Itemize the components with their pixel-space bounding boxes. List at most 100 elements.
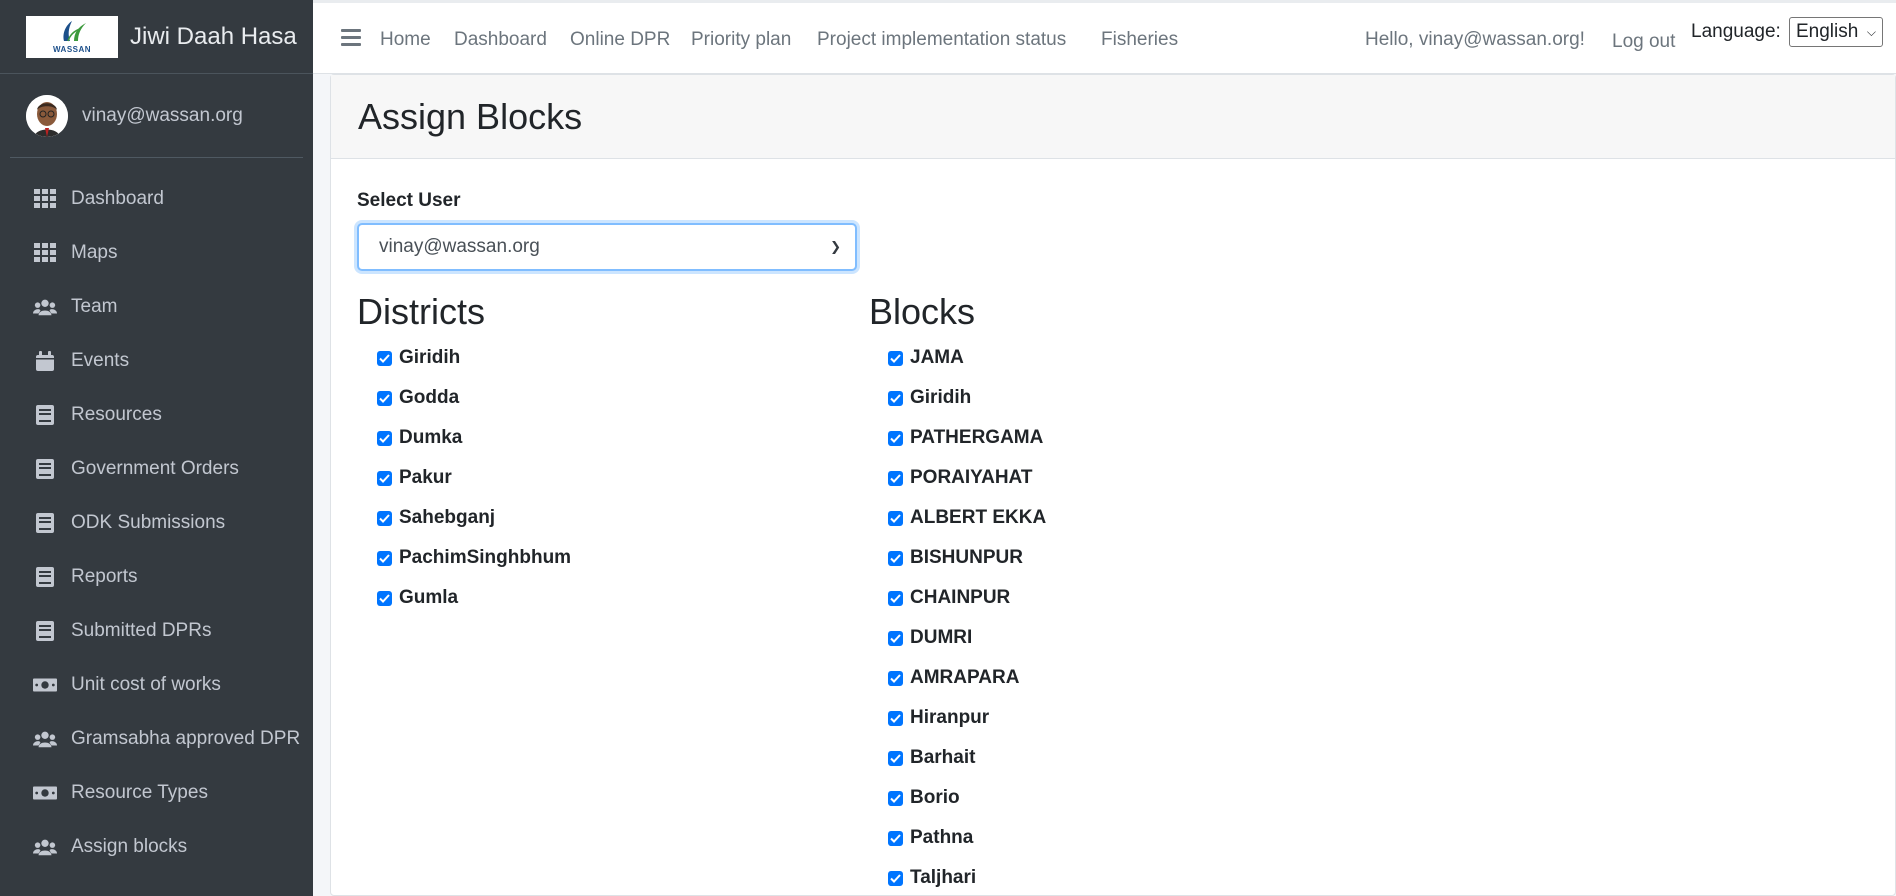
sidebar-item-team[interactable]: Team: [0, 280, 313, 334]
sidebar-item-gramsabha-approved-dpr[interactable]: Gramsabha approved DPR: [0, 712, 313, 766]
greeting-link[interactable]: Hello, vinay@wassan.org!: [1365, 29, 1585, 51]
users-icon: [33, 728, 57, 750]
nav-link-fisheries[interactable]: Fisheries: [1101, 29, 1178, 51]
nav-link-dashboard[interactable]: Dashboard: [454, 29, 547, 51]
block-checkbox-row[interactable]: Pathna: [888, 826, 973, 850]
checked-checkbox-icon[interactable]: [888, 870, 903, 886]
sidebar-item-label: Events: [71, 350, 130, 371]
block-checkbox-row[interactable]: Hiranpur: [888, 706, 989, 730]
money-icon: [33, 674, 57, 696]
district-name: Sahebganj: [399, 507, 496, 528]
district-checkbox-row[interactable]: Godda: [377, 386, 459, 410]
checked-checkbox-icon[interactable]: [888, 550, 903, 566]
menu-toggle-icon[interactable]: [341, 29, 361, 47]
block-checkbox-row[interactable]: CHAINPUR: [888, 586, 1010, 610]
block-checkbox-row[interactable]: JAMA: [888, 346, 964, 370]
sidebar-item-label: Resources: [71, 404, 162, 425]
checked-checkbox-icon[interactable]: [888, 750, 903, 766]
language-select[interactable]: English ⌵: [1789, 17, 1883, 47]
checked-checkbox-icon[interactable]: [377, 510, 392, 526]
sidebar-item-resource-types[interactable]: Resource Types: [0, 766, 313, 820]
checked-checkbox-icon[interactable]: [888, 590, 903, 606]
district-name: Pakur: [399, 467, 452, 488]
sidebar-item-resources[interactable]: Resources: [0, 388, 313, 442]
sidebar-item-odk-submissions[interactable]: ODK Submissions: [0, 496, 313, 550]
sidebar-item-dashboard[interactable]: Dashboard: [0, 172, 313, 226]
checked-checkbox-icon[interactable]: [377, 430, 392, 446]
chevron-down-icon: ❯: [830, 239, 841, 254]
sidebar-item-submitted-dprs[interactable]: Submitted DPRs: [0, 604, 313, 658]
checked-checkbox-icon[interactable]: [888, 390, 903, 406]
block-checkbox-row[interactable]: Borio: [888, 786, 960, 810]
sidebar-item-events[interactable]: Events: [0, 334, 313, 388]
block-name: Giridih: [910, 387, 972, 408]
brand-name: Jiwi Daah Hasa: [130, 22, 297, 50]
sidebar-item-assign-blocks[interactable]: Assign blocks: [0, 820, 313, 874]
block-checkbox-row[interactable]: AMRAPARA: [888, 666, 1019, 690]
checked-checkbox-icon[interactable]: [377, 350, 392, 366]
wassan-logo: WASSAN: [26, 15, 118, 58]
block-name: ALBERT EKKA: [910, 507, 1047, 528]
district-checkbox-row[interactable]: Dumka: [377, 426, 462, 450]
district-checkbox-row[interactable]: Giridih: [377, 346, 460, 370]
sidebar-item-label: Unit cost of works: [71, 674, 221, 695]
checked-checkbox-icon[interactable]: [888, 510, 903, 526]
district-checkbox-row[interactable]: PachimSinghbhum: [377, 546, 571, 570]
checked-checkbox-icon[interactable]: [377, 590, 392, 606]
user-select[interactable]: vinay@wassan.org ❯: [357, 223, 857, 271]
sidebar-item-label: Government Orders: [71, 458, 239, 479]
book-icon: [33, 404, 57, 426]
nav-link-priority-plan[interactable]: Priority plan: [691, 29, 791, 51]
sidebar-item-unit-cost-of-works[interactable]: Unit cost of works: [0, 658, 313, 712]
checked-checkbox-icon[interactable]: [888, 670, 903, 686]
block-name: Barhait: [910, 747, 976, 768]
block-checkbox-row[interactable]: PATHERGAMA: [888, 426, 1043, 450]
logo-text: WASSAN: [52, 45, 92, 54]
sidebar-item-label: Reports: [71, 566, 138, 587]
checked-checkbox-icon[interactable]: [888, 630, 903, 646]
district-checkbox-row[interactable]: Sahebganj: [377, 506, 495, 530]
nav-link-project-status[interactable]: Project implementation status: [817, 29, 1066, 51]
checked-checkbox-icon[interactable]: [377, 550, 392, 566]
sidebar-item-maps[interactable]: Maps: [0, 226, 313, 280]
block-checkbox-row[interactable]: Taljhari: [888, 866, 976, 890]
page-title: Assign Blocks: [358, 95, 583, 137]
sidebar-item-label: Assign blocks: [71, 836, 188, 857]
nav-link-online-dpr[interactable]: Online DPR: [570, 29, 670, 51]
sidebar: WASSAN Jiwi Daah Hasa vinay@wassan.org D…: [0, 0, 313, 896]
district-checkbox-row[interactable]: Pakur: [377, 466, 452, 490]
districts-heading: Districts: [357, 291, 485, 332]
sidebar-item-label: Maps: [71, 242, 118, 263]
block-checkbox-row[interactable]: Giridih: [888, 386, 971, 410]
checked-checkbox-icon[interactable]: [888, 790, 903, 806]
block-name: BISHUNPUR: [910, 547, 1023, 568]
sidebar-user-email: vinay@wassan.org: [82, 104, 243, 126]
block-name: CHAINPUR: [910, 587, 1011, 608]
block-checkbox-row[interactable]: PORAIYAHAT: [888, 466, 1032, 490]
checked-checkbox-icon[interactable]: [888, 350, 903, 366]
checked-checkbox-icon[interactable]: [888, 710, 903, 726]
checked-checkbox-icon[interactable]: [377, 390, 392, 406]
sidebar-item-label: Team: [71, 296, 118, 317]
checked-checkbox-icon[interactable]: [888, 830, 903, 846]
checked-checkbox-icon[interactable]: [888, 470, 903, 486]
district-checkbox-row[interactable]: Gumla: [377, 586, 458, 610]
block-checkbox-row[interactable]: BISHUNPUR: [888, 546, 1023, 570]
checked-checkbox-icon[interactable]: [888, 430, 903, 446]
sidebar-item-label: Gramsabha approved DPR: [71, 728, 301, 749]
checked-checkbox-icon[interactable]: [377, 470, 392, 486]
block-checkbox-row[interactable]: DUMRI: [888, 626, 972, 650]
logout-link[interactable]: Log out: [1612, 31, 1675, 53]
block-checkbox-row[interactable]: ALBERT EKKA: [888, 506, 1046, 530]
block-checkbox-row[interactable]: Barhait: [888, 746, 975, 770]
brand-link[interactable]: WASSAN Jiwi Daah Hasa: [0, 0, 313, 74]
book-icon: [33, 512, 57, 534]
nav-link-home[interactable]: Home: [380, 29, 431, 51]
block-name: AMRAPARA: [910, 667, 1020, 688]
blocks-heading: Blocks: [869, 291, 976, 332]
sidebar-item-reports[interactable]: Reports: [0, 550, 313, 604]
language-value: English: [1796, 21, 1859, 42]
user-panel[interactable]: vinay@wassan.org: [10, 74, 303, 158]
district-name: PachimSinghbhum: [399, 547, 572, 568]
sidebar-item-government-orders[interactable]: Government Orders: [0, 442, 313, 496]
